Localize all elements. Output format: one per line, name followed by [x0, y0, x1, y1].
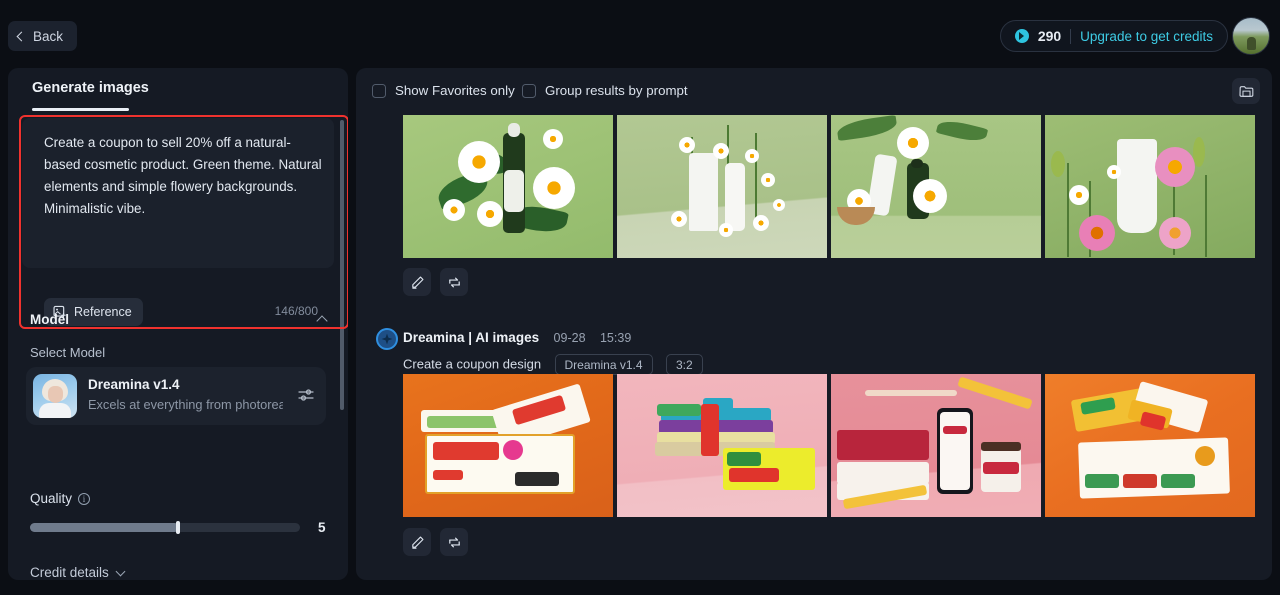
- generated-image-row: [403, 374, 1255, 517]
- swap-arrows-icon: [448, 277, 460, 287]
- divider: [1070, 28, 1072, 44]
- generated-image[interactable]: [617, 374, 827, 517]
- model-section-header[interactable]: Model: [30, 312, 328, 327]
- show-favorites-label: Show Favorites only: [395, 83, 515, 98]
- result-meta-title-row: Dreamina | AI images 09-28 15:39: [403, 329, 631, 347]
- generated-image[interactable]: [617, 115, 827, 258]
- panel-scrollbar[interactable]: [340, 120, 344, 410]
- model-thumbnail: [33, 374, 77, 418]
- archive-button[interactable]: [1232, 78, 1260, 104]
- pencil-icon: [411, 536, 423, 549]
- quality-slider[interactable]: [30, 521, 300, 534]
- show-favorites-checkbox[interactable]: Show Favorites only: [372, 83, 515, 98]
- panel-tabs: Generate images: [8, 68, 348, 114]
- chevron-down-icon[interactable]: [115, 566, 126, 576]
- result-model-tag: Dreamina v1.4: [554, 354, 653, 375]
- image-actions: [403, 268, 468, 296]
- credit-details-toggle[interactable]: Credit details: [30, 565, 126, 580]
- swap-arrows-icon: [448, 537, 460, 547]
- folder-icon: [1238, 85, 1253, 97]
- model-name: Dreamina v1.4: [88, 377, 180, 392]
- result-time: 15:39: [599, 331, 632, 345]
- prompt-input-box[interactable]: Create a coupon to sell 20% off a natura…: [22, 118, 334, 326]
- credits-pill[interactable]: 290 Upgrade to get credits: [999, 20, 1228, 52]
- generated-image[interactable]: [1045, 374, 1255, 517]
- avatar[interactable]: [1232, 17, 1270, 55]
- generated-image[interactable]: [1045, 115, 1255, 258]
- edit-button[interactable]: [403, 528, 431, 556]
- result-prompt: Create a coupon design: [403, 356, 542, 372]
- coin-icon: [1014, 29, 1029, 43]
- quality-value: 5: [318, 520, 326, 535]
- sliders-icon[interactable]: [298, 388, 314, 402]
- model-card[interactable]: Dreamina v1.4 Excels at everything from …: [26, 367, 326, 425]
- results-panel: Show Favorites only Group results by pro…: [356, 68, 1272, 580]
- back-button-label: Back: [33, 28, 64, 44]
- image-actions: [403, 528, 468, 556]
- regenerate-button[interactable]: [440, 268, 468, 296]
- credits-count: 290: [1037, 28, 1062, 44]
- edit-button[interactable]: [403, 268, 431, 296]
- quality-label: Quality: [30, 491, 73, 506]
- generate-panel: Generate images Create a coupon to sell …: [8, 68, 348, 580]
- tab-generate-images[interactable]: Generate images: [32, 80, 149, 96]
- results-toolbar: Show Favorites only Group results by pro…: [356, 68, 1272, 114]
- back-button[interactable]: Back: [8, 21, 78, 51]
- spark-icon: [381, 333, 393, 345]
- model-section-title: Model: [30, 312, 69, 327]
- credit-details-label: Credit details: [30, 565, 109, 580]
- tab-active-underline: [32, 108, 129, 111]
- generated-image[interactable]: [831, 115, 1041, 258]
- result-date: 09-28: [553, 331, 586, 345]
- checkbox-box[interactable]: [522, 83, 536, 98]
- group-results-label: Group results by prompt: [545, 83, 688, 98]
- chevron-left-icon: [16, 31, 27, 41]
- select-model-label: Select Model: [30, 345, 106, 360]
- quality-slider-handle[interactable]: [175, 521, 180, 534]
- checkbox-box[interactable]: [372, 83, 386, 98]
- result-ratio-tag: 3:2: [666, 354, 703, 375]
- result-meta-prompt-row: Create a coupon design Dreamina v1.4 3:2: [403, 354, 703, 375]
- result-app-title: Dreamina | AI images: [403, 330, 540, 345]
- upgrade-link[interactable]: Upgrade to get credits: [1080, 29, 1213, 44]
- model-description: Excels at everything from photoreali...: [88, 397, 283, 412]
- group-results-checkbox[interactable]: Group results by prompt: [522, 83, 688, 98]
- dreamina-badge-icon: [376, 328, 398, 350]
- pencil-icon: [411, 276, 423, 289]
- quality-row: Quality i: [30, 491, 91, 506]
- chevron-up-icon[interactable]: [316, 315, 328, 327]
- top-bar: Back 290 Upgrade to get credits: [0, 0, 1280, 70]
- generated-image[interactable]: [403, 115, 613, 258]
- quality-slider-fill: [30, 523, 179, 532]
- generated-image[interactable]: [831, 374, 1041, 517]
- prompt-text[interactable]: Create a coupon to sell 20% off a natura…: [44, 132, 324, 220]
- info-icon[interactable]: i: [78, 492, 91, 505]
- generated-image[interactable]: [403, 374, 613, 517]
- generated-image-row: [403, 115, 1255, 258]
- regenerate-button[interactable]: [440, 528, 468, 556]
